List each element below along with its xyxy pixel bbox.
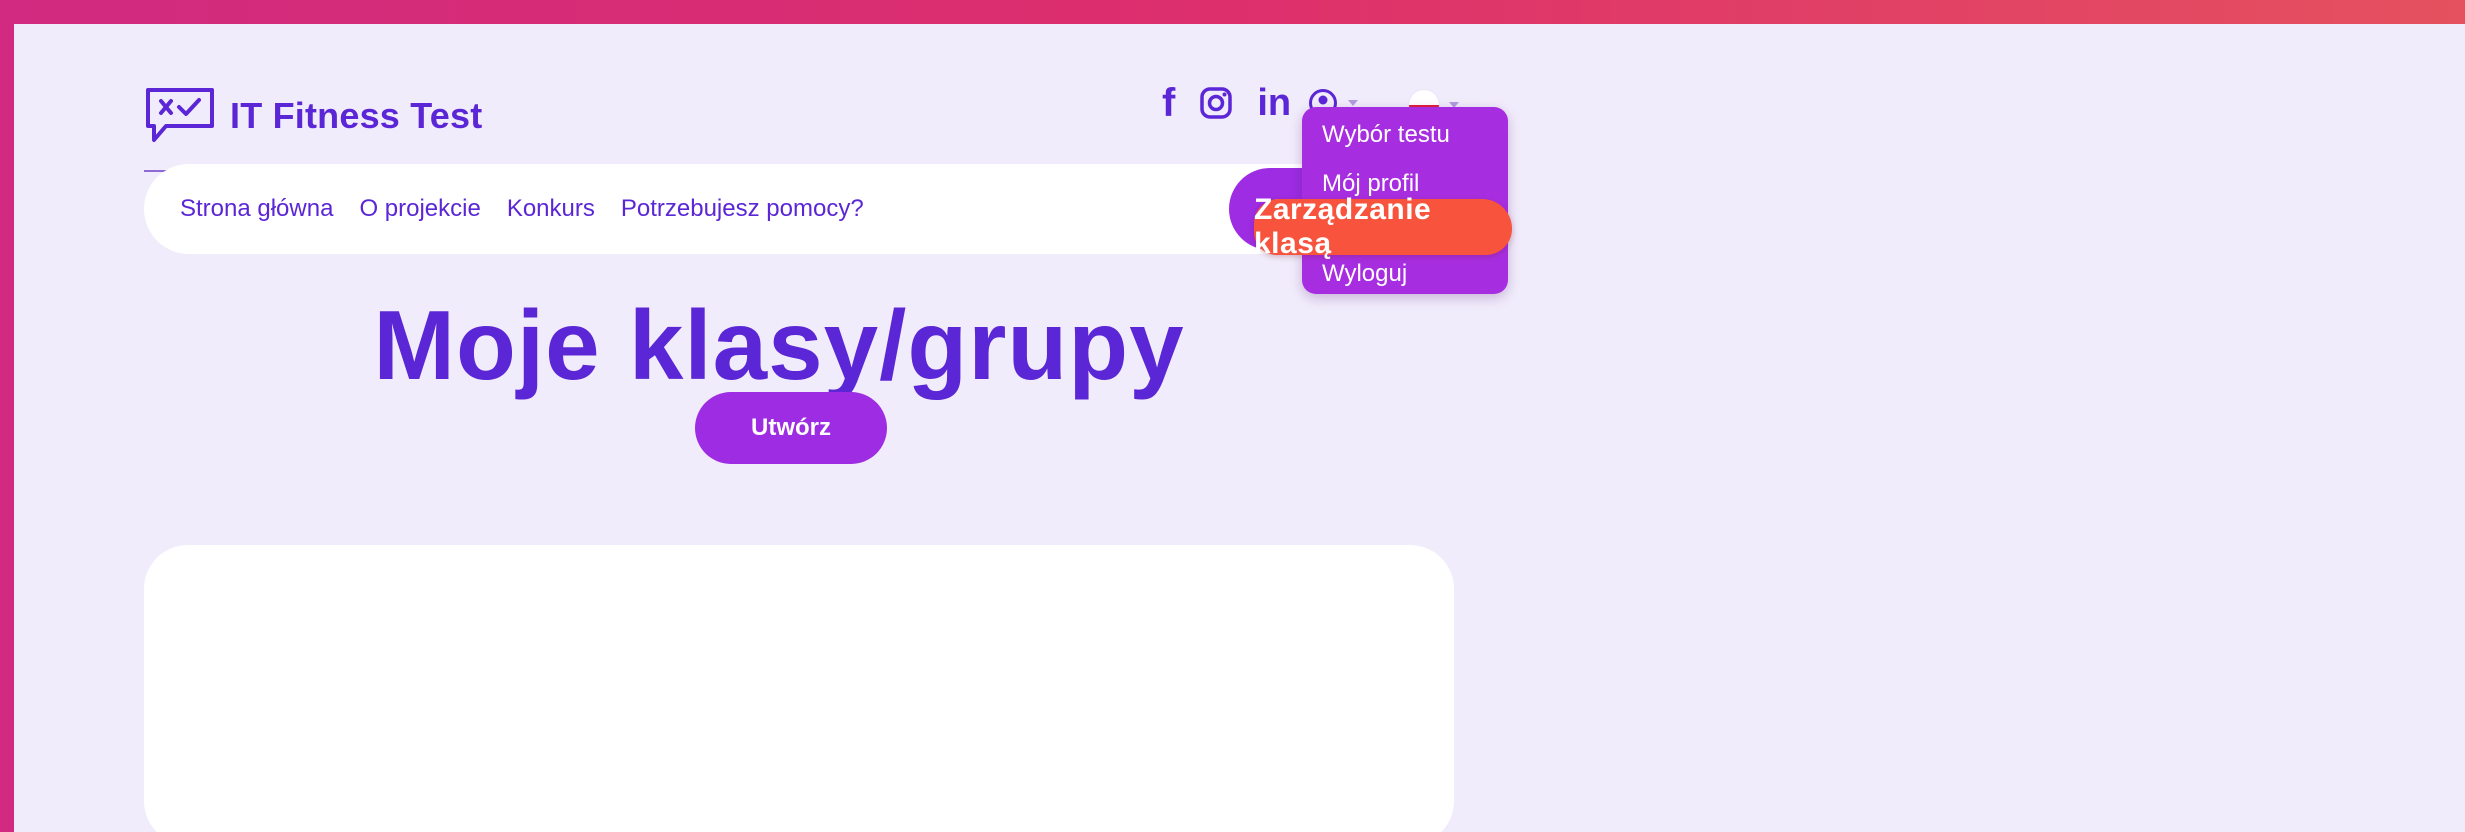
linkedin-icon[interactable]: in xyxy=(1257,79,1291,127)
page-title: Moje klasy/grupy xyxy=(373,290,1185,400)
nav-home[interactable]: Strona główna xyxy=(180,195,333,223)
nav-contest[interactable]: Konkurs xyxy=(507,195,595,223)
menu-item-logout[interactable]: Wyloguj xyxy=(1322,260,1407,288)
facebook-icon[interactable]: f xyxy=(1162,79,1175,127)
instagram-icon[interactable] xyxy=(1199,79,1233,127)
brand-name: IT Fitness Test xyxy=(230,95,483,136)
main-nav: Strona główna O projekcie Konkurs Potrze… xyxy=(144,164,1429,254)
menu-item-test-choice[interactable]: Wybór testu xyxy=(1322,121,1450,149)
classes-card xyxy=(144,545,1454,832)
chevron-down-icon xyxy=(1348,100,1358,106)
nav-about[interactable]: O projekcie xyxy=(359,195,480,223)
chat-check-icon xyxy=(146,88,214,142)
social-links: f in xyxy=(1162,79,1291,127)
menu-item-class-management[interactable]: Zarządzanie klasą xyxy=(1254,193,1512,260)
nav-help[interactable]: Potrzebujesz pomocy? xyxy=(621,195,864,223)
brand-logo[interactable]: IT Fitness Test xyxy=(144,86,482,146)
page: IT Fitness Test f in Strona główna O pro xyxy=(14,24,2465,832)
create-button[interactable]: Utwórz xyxy=(695,392,887,464)
